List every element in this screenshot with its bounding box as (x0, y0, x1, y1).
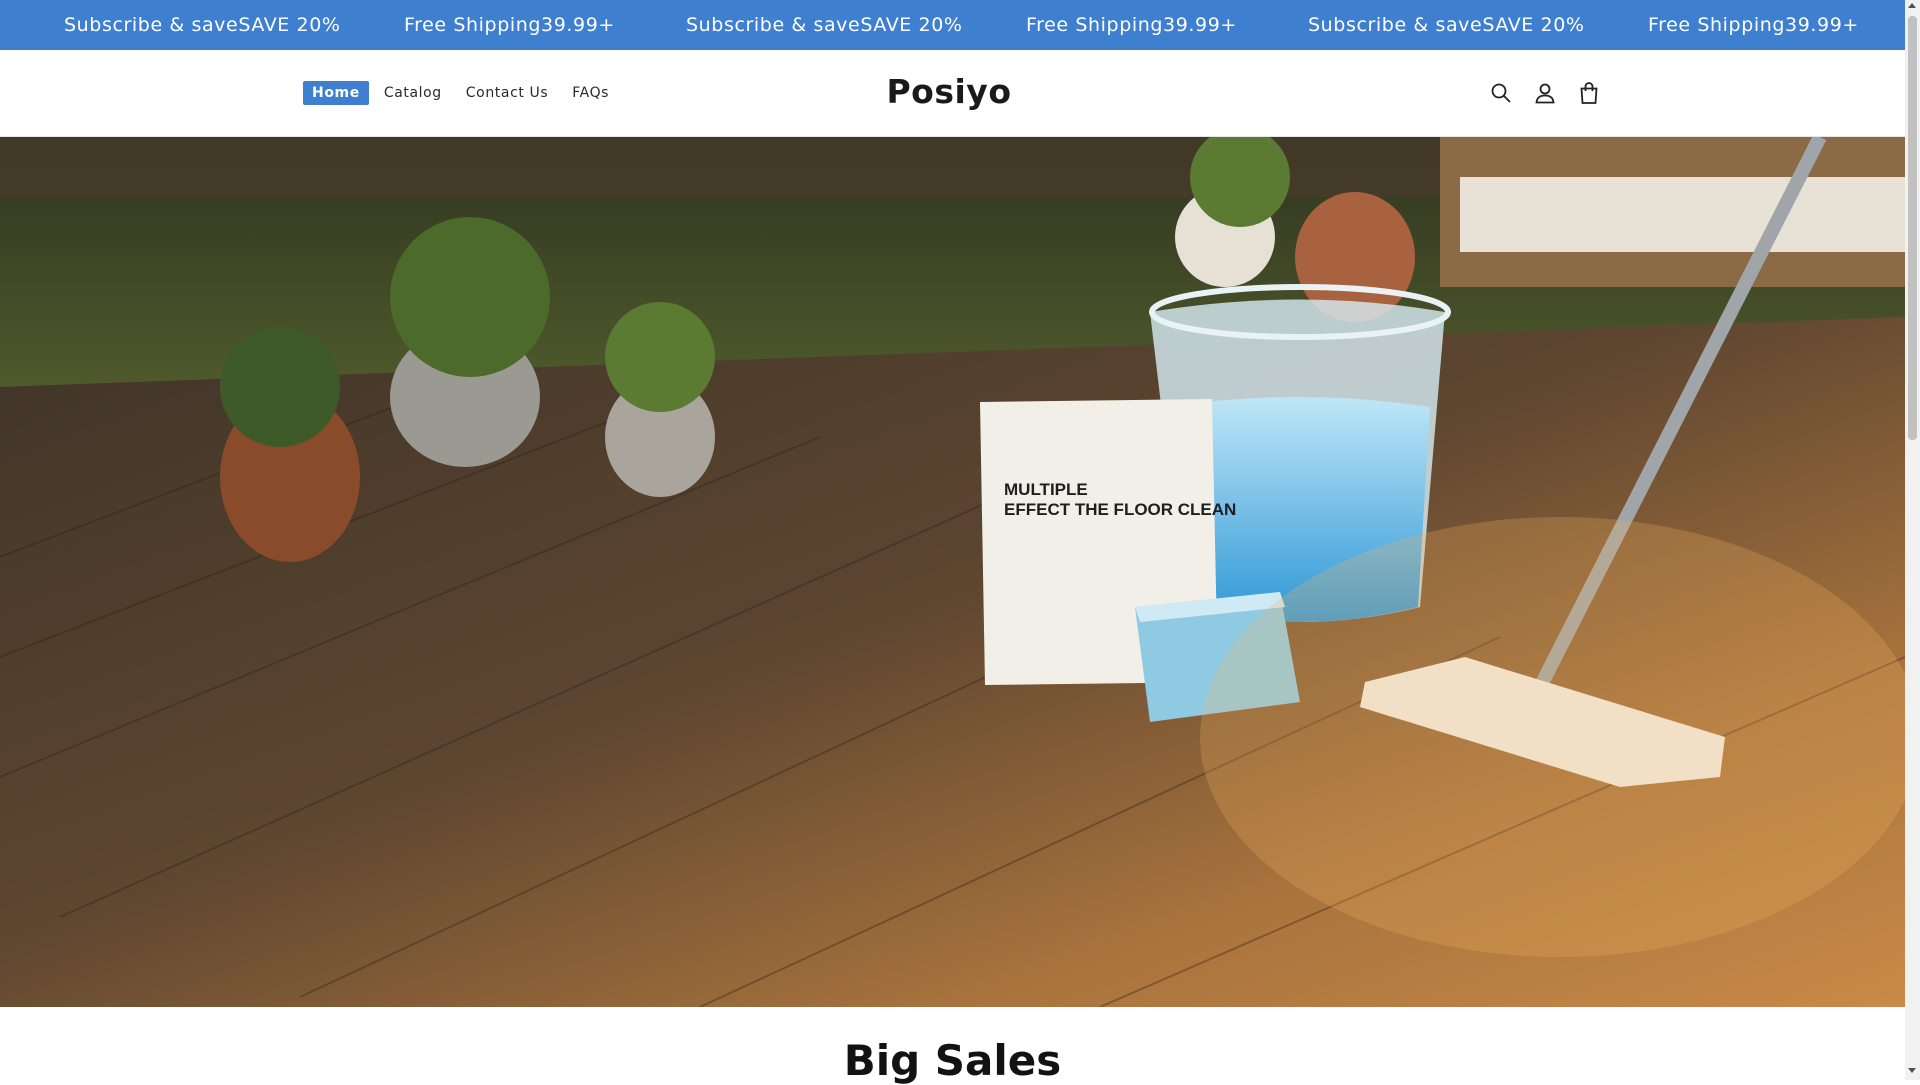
search-icon[interactable] (1489, 80, 1513, 106)
announcement-bar: Subscribe & saveSAVE 20% Free Shipping39… (0, 0, 1905, 50)
announcement-message: Subscribe & saveSAVE 20% (686, 14, 963, 36)
product-text-line2: EFFECT THE FLOOR CLEAN (1004, 500, 1236, 519)
announcement-message: Subscribe & saveSAVE 20% (1308, 14, 1585, 36)
product-text-line1: MULTIPLE (1004, 480, 1088, 499)
announcement-message: Free Shipping39.99+ (404, 14, 615, 36)
announcement-message: Free Shipping39.99+ (1026, 14, 1237, 36)
hero-banner[interactable]: MULTIPLE EFFECT THE FLOOR CLEAN (0, 137, 1905, 1007)
announcement-message: Subscribe & saveSAVE 20% (64, 14, 341, 36)
scrollbar[interactable] (1905, 0, 1920, 1080)
account-icon[interactable] (1533, 80, 1557, 106)
site-header: Home Catalog Contact Us FAQs Posiyo (0, 50, 1905, 137)
scroll-down-icon[interactable] (1908, 1068, 1916, 1073)
hero-image: MULTIPLE EFFECT THE FLOOR CLEAN (0, 137, 1905, 1007)
announcement-message: Free Shipping39.99+ (1648, 14, 1859, 36)
scroll-up-icon[interactable] (1908, 3, 1916, 8)
scrollbar-thumb[interactable] (1908, 16, 1917, 440)
header-icons (1489, 80, 1601, 106)
section-title: Big Sales (843, 1036, 1062, 1085)
site-logo[interactable]: Posiyo (0, 72, 1898, 111)
cart-icon[interactable] (1577, 80, 1601, 106)
